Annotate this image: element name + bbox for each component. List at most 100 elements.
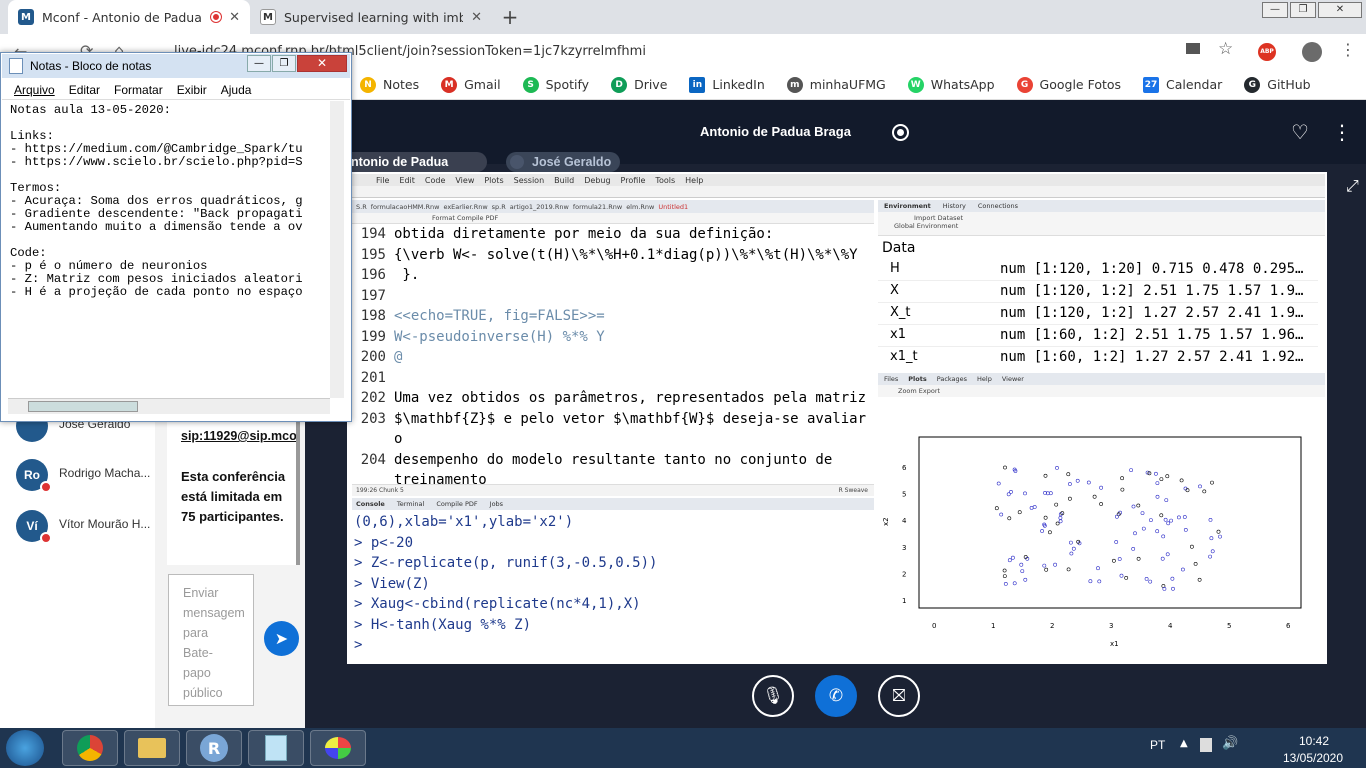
tab-console[interactable]: Console [356, 500, 385, 508]
menu-editar[interactable]: Editar [69, 83, 100, 97]
taskbar-chrome[interactable] [62, 730, 118, 766]
send-icon[interactable]: ➤ [264, 621, 299, 656]
menu-icon[interactable]: ⋮ [1340, 40, 1356, 59]
fullscreen-icon[interactable]: ⤢ [1346, 176, 1359, 196]
show-hidden-icons-icon[interactable]: ▲ [1180, 738, 1188, 749]
menu-ajuda[interactable]: Ajuda [221, 83, 252, 97]
plot-toolbar[interactable]: Zoom Export [878, 385, 1325, 397]
env-row[interactable]: x1_t num [1:60, 1:2] 1.27 2.57 2.41 1.92 … [878, 347, 1318, 368]
chat-input[interactable]: Enviar mensagem para Bate-papo público [168, 574, 254, 706]
network-icon[interactable] [1200, 738, 1212, 752]
tab-terminal[interactable]: Terminal [397, 500, 424, 508]
bookmark-notes[interactable]: N Notes [360, 76, 419, 93]
menu-view[interactable]: View [455, 176, 474, 185]
env-row[interactable]: x1 num [1:60, 1:2] 2.51 1.75 1.57 1.96 ..… [878, 325, 1318, 347]
file-type[interactable]: R Sweave [839, 485, 868, 496]
menu-plots[interactable]: Plots [484, 176, 503, 185]
close-tab-icon[interactable]: ✕ [229, 10, 240, 25]
heart-icon[interactable]: ♡ [1291, 120, 1309, 144]
bookmark-whatsapp[interactable]: W WhatsApp [907, 76, 995, 93]
taskbar-notepad[interactable] [248, 730, 304, 766]
sip-link[interactable]: sip:11929@sip.mco [181, 429, 299, 443]
bookmark-google-fotos[interactable]: G Google Fotos [1016, 76, 1121, 93]
source-toolbar[interactable]: Format Compile PDF [352, 213, 874, 224]
menu-tools[interactable]: Tools [655, 176, 675, 185]
maximize-window-button[interactable]: ❐ [1290, 2, 1316, 18]
source-tab[interactable]: S.R [356, 203, 367, 211]
chat-scrollbar[interactable] [296, 415, 300, 565]
source-tab[interactable]: artigo1_2019.Rnw [510, 203, 569, 211]
source-tab[interactable]: formulacaoHMM.Rnw [371, 203, 440, 211]
notepad-text-area[interactable]: Notas aula 13-05-2020: Links: - https://me… [8, 101, 328, 396]
source-tab[interactable]: formula21.Rnw [573, 203, 622, 211]
clock-time[interactable]: 10:42 [1284, 734, 1344, 748]
bookmark-linkedin[interactable]: in LinkedIn [689, 76, 765, 93]
bookmark-drive[interactable]: D Drive [611, 76, 667, 93]
taskbar-rstudio[interactable]: R [186, 730, 242, 766]
adblock-icon[interactable]: ABP [1258, 43, 1276, 61]
import-dataset-button[interactable]: Import Dataset [884, 214, 1319, 222]
notepad-minimize-button[interactable]: — [247, 55, 271, 72]
close-window-button[interactable]: ✕ [1318, 2, 1362, 18]
tab-connections[interactable]: Connections [978, 202, 1018, 210]
menu-build[interactable]: Build [554, 176, 574, 185]
close-tab-icon[interactable]: ✕ [471, 10, 482, 25]
bookmark-star-icon[interactable]: ☆ [1218, 39, 1233, 59]
env-row[interactable]: Xnum [1:120, 1:2] 2.51 1.75 1.57 1.96... [878, 281, 1318, 303]
menu-help[interactable]: Help [685, 176, 703, 185]
tab-jobs[interactable]: Jobs [490, 500, 503, 508]
taskbar-paint[interactable] [310, 730, 366, 766]
bookmark-spotify[interactable]: S Spotify [522, 76, 589, 93]
source-tab[interactable]: sp.R [492, 203, 506, 211]
profile-avatar[interactable] [1302, 42, 1322, 62]
share-webcam-button[interactable]: ⛝ [878, 675, 920, 717]
tab-plots[interactable]: Plots [908, 375, 926, 383]
tab-packages[interactable]: Packages [937, 375, 967, 383]
menu-edit[interactable]: Edit [399, 176, 415, 185]
notepad-vertical-scrollbar[interactable] [330, 101, 344, 398]
unmute-microphone-button[interactable]: 🎙 [752, 675, 794, 717]
participant-item[interactable]: Ro Rodrigo Macha... [14, 457, 154, 497]
menu-file[interactable]: File [376, 176, 389, 185]
source-editor[interactable]: 194 obtida diretamente por meio da sua de… [352, 224, 874, 484]
tab-help[interactable]: Help [977, 375, 992, 383]
minimize-window-button[interactable]: — [1262, 2, 1288, 18]
menu-formatar[interactable]: Formatar [114, 83, 163, 97]
tab-history[interactable]: History [943, 202, 966, 210]
bookmark-calendar[interactable]: 27 Calendar [1143, 76, 1222, 93]
menu-code[interactable]: Code [425, 176, 445, 185]
bookmark-github[interactable]: G GitHub [1244, 76, 1311, 93]
recording-status-icon[interactable] [892, 124, 909, 141]
start-button[interactable] [6, 730, 44, 766]
tab-files[interactable]: Files [884, 375, 898, 383]
global-environment-select[interactable]: Global Environment [884, 222, 1319, 230]
tab-viewer[interactable]: Viewer [1002, 375, 1024, 383]
leave-audio-button[interactable]: ✆ [815, 675, 857, 717]
tab-environment[interactable]: Environment [884, 202, 931, 210]
bookmark-minhaufmg[interactable]: m minhaUFMG [786, 76, 886, 93]
menu-session[interactable]: Session [514, 176, 545, 185]
participant-item[interactable]: Ví Vítor Mourão H... [14, 508, 154, 548]
notepad-maximize-button[interactable]: ❐ [272, 55, 296, 72]
clock-date[interactable]: 13/05/2020 [1278, 751, 1348, 765]
env-row[interactable]: X_t num [1:120, 1:2] 1.27 2.57 2.41 1.92.… [878, 303, 1318, 325]
language-indicator[interactable]: PT [1150, 738, 1165, 752]
source-tab[interactable]: exEarlier.Rnw [443, 203, 487, 211]
menu-debug[interactable]: Debug [584, 176, 610, 185]
menu-profile[interactable]: Profile [621, 176, 646, 185]
tab-mconf[interactable]: M Mconf - Antonio de Padua B ✕ [8, 0, 250, 34]
bookmark-gmail[interactable]: M Gmail [441, 76, 501, 93]
tab-compile-pdf[interactable]: Compile PDF [436, 500, 477, 508]
r-console[interactable]: (0,6),xlab='x1',ylab='x2') > p<-20 > Z<-re… [352, 512, 874, 660]
tab-supervised-learning[interactable]: M Supervised learning with imbalan ✕ [250, 0, 492, 34]
options-menu-icon[interactable]: ⋮ [1332, 120, 1352, 144]
notepad-horizontal-scrollbar[interactable] [8, 398, 330, 414]
source-tab[interactable]: Untitled1 [658, 203, 688, 211]
menu-arquivo[interactable]: Arquivo [14, 83, 55, 97]
new-tab-button[interactable]: + [498, 6, 522, 28]
notepad-close-button[interactable]: ✕ [297, 55, 347, 72]
source-tab[interactable]: elm.Rnw [626, 203, 654, 211]
env-row[interactable]: Hnum [1:120, 1:20] 0.715 0.478 0.295 ... [878, 259, 1318, 281]
volume-icon[interactable]: 🔊 [1222, 736, 1238, 751]
menu-exibir[interactable]: Exibir [177, 83, 207, 97]
